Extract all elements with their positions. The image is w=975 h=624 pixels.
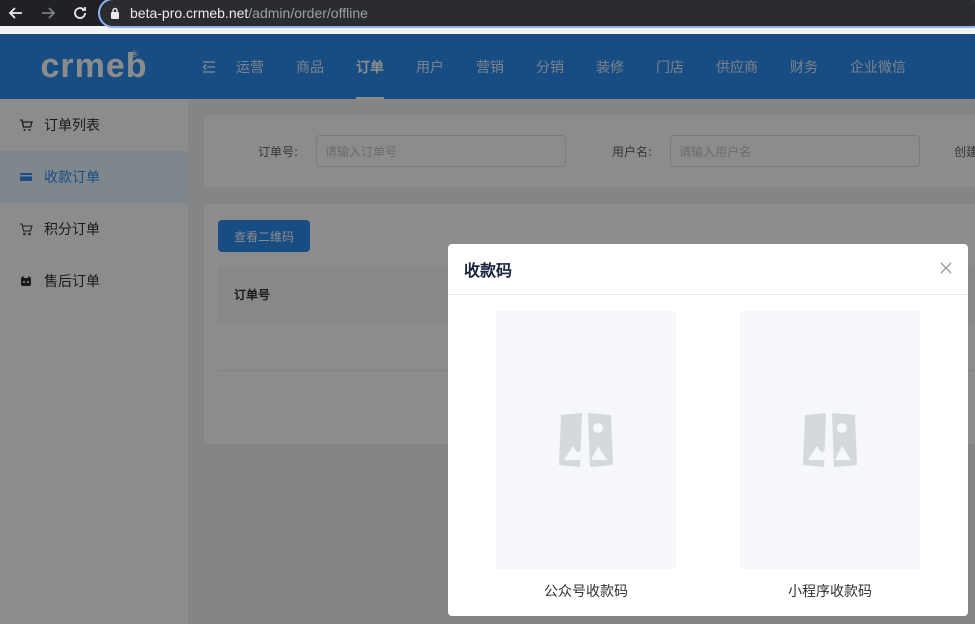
url-path: /admin/order/offline [248, 5, 368, 21]
official-account-caption: 公众号收款码 [544, 584, 628, 600]
modal-title: 收款码 [464, 261, 513, 280]
mini-program-caption: 小程序收款码 [788, 584, 872, 600]
forward-arrow-icon[interactable] [32, 0, 64, 26]
url-host: beta-pro.crmeb.net [130, 5, 249, 21]
image-placeholder-icon [803, 413, 857, 467]
image-placeholder-icon [559, 413, 613, 467]
official-account-qr: 公众号收款码 [496, 311, 676, 601]
lock-icon [110, 7, 120, 19]
back-arrow-icon[interactable] [0, 0, 32, 26]
qr-image-placeholder [496, 311, 676, 569]
url-text: beta-pro.crmeb.net/admin/order/offline [130, 5, 368, 21]
mini-program-qr: 小程序收款码 [740, 311, 920, 601]
address-bar[interactable]: beta-pro.crmeb.net/admin/order/offline [98, 0, 975, 28]
reload-icon[interactable] [64, 0, 96, 26]
browser-toolbar: beta-pro.crmeb.net/admin/order/offline [0, 0, 975, 28]
close-icon[interactable] [938, 260, 954, 276]
qr-image-placeholder [740, 311, 920, 569]
qrcode-modal: 收款码 公众号收款码 小程序收款码 [448, 244, 968, 616]
modal-header: 收款码 [448, 244, 968, 295]
